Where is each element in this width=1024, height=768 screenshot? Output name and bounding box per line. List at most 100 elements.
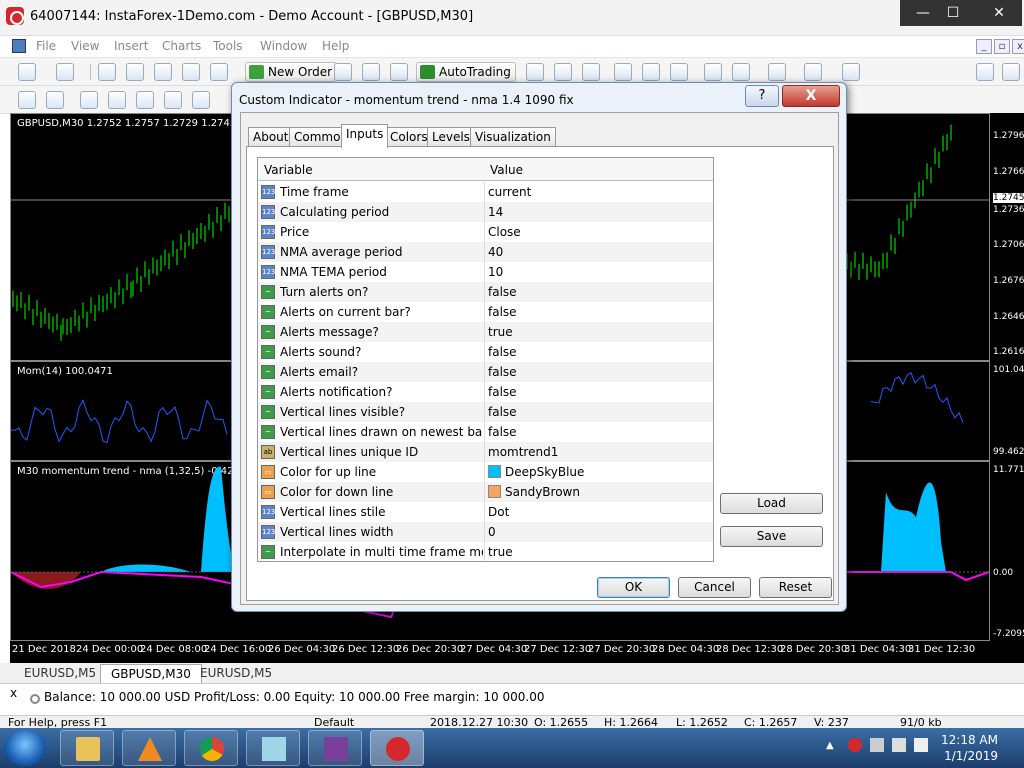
- clock-date[interactable]: 1/1/2019: [944, 749, 998, 763]
- metaeditor-icon[interactable]: [334, 63, 352, 81]
- templates-icon[interactable]: [842, 63, 860, 81]
- input-row[interactable]: 123 NMA average period 40: [258, 242, 713, 262]
- zoom-out-icon[interactable]: [642, 63, 660, 81]
- tray-volume-icon[interactable]: [914, 738, 928, 752]
- input-value[interactable]: 14: [488, 205, 503, 219]
- input-row[interactable]: ~ Alerts notification? false: [258, 382, 713, 402]
- autoscroll-icon[interactable]: [732, 63, 750, 81]
- input-value[interactable]: 40: [488, 245, 503, 259]
- chart-shift-icon[interactable]: [704, 63, 722, 81]
- taskbar-notes[interactable]: [246, 730, 300, 766]
- menu-help[interactable]: Help: [322, 39, 349, 53]
- input-value[interactable]: momtrend1: [488, 445, 558, 459]
- candlesticks-icon[interactable]: [554, 63, 572, 81]
- cursor-icon[interactable]: [18, 91, 36, 109]
- tray-mt4-icon[interactable]: [848, 738, 862, 752]
- menu-insert[interactable]: Insert: [114, 39, 148, 53]
- input-value[interactable]: false: [488, 285, 517, 299]
- vertical-line-icon[interactable]: [80, 91, 98, 109]
- bar-chart-icon[interactable]: [526, 63, 544, 81]
- reset-button[interactable]: Reset: [759, 577, 832, 598]
- tab-inputs[interactable]: Inputs: [341, 124, 389, 148]
- clock-time[interactable]: 12:18 AM: [941, 733, 998, 747]
- input-value[interactable]: 0: [488, 525, 496, 539]
- input-value[interactable]: Close: [488, 225, 521, 239]
- load-button[interactable]: Load: [720, 493, 823, 514]
- input-value[interactable]: DeepSkyBlue: [488, 465, 584, 479]
- taskbar-mt4[interactable]: [370, 730, 424, 766]
- tile-windows-icon[interactable]: [670, 63, 688, 81]
- search-icon[interactable]: [976, 63, 994, 81]
- line-chart-icon[interactable]: [582, 63, 600, 81]
- terminal-icon[interactable]: [182, 63, 200, 81]
- channel-icon[interactable]: [164, 91, 182, 109]
- zoom-in-icon[interactable]: [614, 63, 632, 81]
- menu-tools[interactable]: Tools: [213, 39, 243, 53]
- input-value[interactable]: true: [488, 325, 513, 339]
- autotrading-button[interactable]: AutoTrading: [416, 62, 516, 82]
- input-value[interactable]: current: [488, 185, 531, 199]
- menu-view[interactable]: View: [71, 39, 99, 53]
- input-value[interactable]: false: [488, 385, 517, 399]
- input-row[interactable]: ~ Alerts email? false: [258, 362, 713, 382]
- input-row[interactable]: ~ Vertical lines drawn on newest bar of h…: [258, 422, 713, 442]
- tray-flag-icon[interactable]: [870, 738, 884, 752]
- input-row[interactable]: ~ Alerts sound? false: [258, 342, 713, 362]
- tab-levels[interactable]: Levels: [427, 127, 475, 147]
- input-row[interactable]: ~ Vertical lines visible? false: [258, 402, 713, 422]
- maximize-button[interactable]: ☐: [930, 0, 976, 26]
- dialog-close-button[interactable]: X: [782, 85, 840, 107]
- tray-expand-icon[interactable]: ▲: [826, 740, 834, 751]
- periods-icon[interactable]: [804, 63, 822, 81]
- profiles-icon[interactable]: [56, 63, 74, 81]
- input-row[interactable]: 123 Vertical lines width 0: [258, 522, 713, 542]
- input-row[interactable]: ~ Turn alerts on? false: [258, 282, 713, 302]
- tab-colors[interactable]: Colors: [385, 127, 433, 147]
- input-value[interactable]: false: [488, 425, 517, 439]
- input-value[interactable]: false: [488, 305, 517, 319]
- menu-charts[interactable]: Charts: [162, 39, 201, 53]
- tray-network-icon[interactable]: [892, 738, 906, 752]
- market-watch-icon[interactable]: [98, 63, 116, 81]
- taskbar-chrome[interactable]: [184, 730, 238, 766]
- tab-eurusd-m5-2[interactable]: EURUSD,M5: [190, 664, 282, 683]
- input-row[interactable]: 123 Calculating period 14: [258, 202, 713, 222]
- navigator-icon[interactable]: [154, 63, 172, 81]
- input-row[interactable]: 123 NMA TEMA period 10: [258, 262, 713, 282]
- menu-window[interactable]: Window: [260, 39, 307, 53]
- mdi-close-button[interactable]: x: [1012, 39, 1024, 54]
- save-button[interactable]: Save: [720, 526, 823, 547]
- dialog-help-button[interactable]: ?: [745, 85, 779, 107]
- cancel-button[interactable]: Cancel: [678, 577, 751, 598]
- trendline-icon[interactable]: [136, 91, 154, 109]
- input-value[interactable]: 10: [488, 265, 503, 279]
- menu-file[interactable]: File: [36, 39, 56, 53]
- input-row[interactable]: ▭ Color for down line SandyBrown: [258, 482, 713, 502]
- indicators-icon[interactable]: [768, 63, 786, 81]
- tab-gbpusd-m30[interactable]: GBPUSD,M30: [100, 664, 202, 683]
- input-row[interactable]: ab Vertical lines unique ID momtrend1: [258, 442, 713, 462]
- input-row[interactable]: 123 Price Close: [258, 222, 713, 242]
- signals-icon[interactable]: [362, 63, 380, 81]
- chat-icon[interactable]: [1002, 63, 1020, 81]
- start-button[interactable]: [4, 730, 46, 766]
- tab-eurusd-m5[interactable]: EURUSD,M5: [14, 664, 106, 683]
- mdi-minimize-button[interactable]: _: [976, 39, 992, 54]
- input-value[interactable]: false: [488, 345, 517, 359]
- close-window-button[interactable]: ✕: [976, 0, 1022, 26]
- strategy-tester-icon[interactable]: [210, 63, 228, 81]
- input-row[interactable]: ▭ Color for up line DeepSkyBlue: [258, 462, 713, 482]
- input-row[interactable]: 123 Vertical lines stile Dot: [258, 502, 713, 522]
- input-value[interactable]: SandyBrown: [488, 485, 580, 499]
- crosshair-icon[interactable]: [46, 91, 64, 109]
- input-value[interactable]: Dot: [488, 505, 509, 519]
- input-row[interactable]: 123 Time frame current: [258, 182, 713, 202]
- taskbar-explorer[interactable]: [60, 730, 114, 766]
- market-icon[interactable]: [390, 63, 408, 81]
- input-row[interactable]: ~ Alerts on current bar? false: [258, 302, 713, 322]
- tab-visualization[interactable]: Visualization: [470, 127, 556, 147]
- taskbar-winrar[interactable]: [308, 730, 362, 766]
- input-value[interactable]: true: [488, 545, 513, 559]
- input-row[interactable]: ~ Alerts message? true: [258, 322, 713, 342]
- horizontal-line-icon[interactable]: [108, 91, 126, 109]
